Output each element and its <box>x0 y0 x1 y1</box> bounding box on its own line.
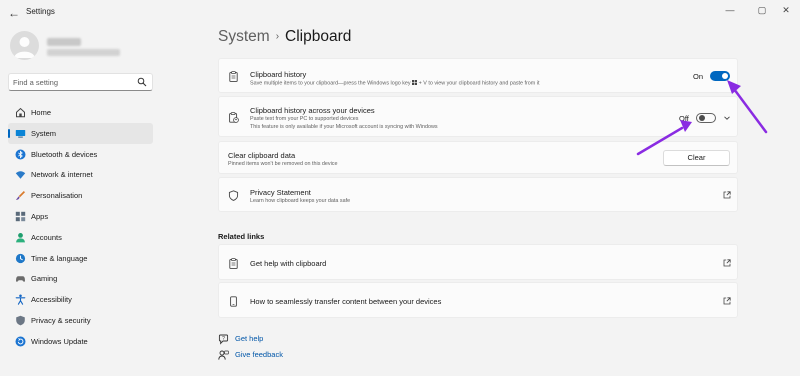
sidebar-item-network[interactable]: Network & internet <box>8 164 153 185</box>
app-title: Settings <box>26 7 55 16</box>
sidebar-item-label: Gaming <box>31 274 58 284</box>
clipboard-history-card: Clipboard history Save multiple items to… <box>218 58 738 93</box>
related-link-card[interactable]: How to seamlessly transfer content betwe… <box>218 282 738 318</box>
sync-devices-card[interactable]: Clipboard history across your devices Pa… <box>218 96 738 137</box>
maximize-button[interactable]: ▢ <box>752 3 772 17</box>
sidebar-item-label: Windows Update <box>31 336 88 346</box>
avatar[interactable] <box>10 31 39 60</box>
bluetooth-icon <box>15 149 26 160</box>
sidebar-item-time-language[interactable]: Time & language <box>8 248 153 269</box>
sidebar-item-accounts[interactable]: Accounts <box>8 227 153 248</box>
feedback-icon <box>218 350 229 360</box>
sidebar-item-personalisation[interactable]: Personalisation <box>8 185 153 206</box>
gamepad-icon <box>16 276 25 283</box>
accounts-icon <box>16 232 25 243</box>
sidebar-item-windows-update[interactable]: Windows Update <box>8 331 153 352</box>
sidebar-item-label: Accessibility <box>31 295 72 305</box>
sidebar-item-label: Bluetooth & devices <box>31 149 98 159</box>
sidebar-item-bluetooth[interactable]: Bluetooth & devices <box>8 144 153 165</box>
give-feedback-label: Give feedback <box>235 350 283 359</box>
sidebar-item-label: Home <box>31 108 52 117</box>
related-link-label: How to seamlessly transfer content betwe… <box>250 297 442 306</box>
chevron-down-icon[interactable] <box>723 114 731 122</box>
privacy-statement-card[interactable]: Privacy Statement Learn how clipboard ke… <box>218 177 738 212</box>
sidebar-item-apps[interactable]: Apps <box>8 206 153 227</box>
search-input[interactable] <box>13 75 133 89</box>
sidebar-item-accessibility[interactable]: Accessibility <box>8 289 153 310</box>
related-link-label: Get help with clipboard <box>250 259 327 268</box>
sync-devices-note: This feature is only available if your M… <box>250 124 438 130</box>
minimize-button[interactable]: — <box>720 3 740 17</box>
external-link-icon[interactable] <box>723 259 731 267</box>
search-box[interactable] <box>8 73 153 91</box>
sidebar-item-label: Apps <box>31 211 49 221</box>
apps-icon <box>15 211 26 222</box>
sidebar-item-label: Privacy & security <box>31 315 91 325</box>
page-title: Clipboard <box>285 28 352 45</box>
help-icon: ? <box>218 334 229 345</box>
svg-text:?: ? <box>222 336 225 342</box>
clipboard-icon <box>229 71 238 82</box>
phone-icon <box>230 296 237 307</box>
clipboard-sync-icon <box>229 112 239 123</box>
clipboard-history-title: Clipboard history <box>250 70 307 79</box>
update-icon <box>15 336 26 347</box>
external-link-icon[interactable] <box>723 297 731 305</box>
privacy-statement-title: Privacy Statement <box>250 188 311 197</box>
desc-text: Save multiple items to your clipboard—pr… <box>250 80 411 87</box>
close-button[interactable]: ✕ <box>776 3 796 17</box>
breadcrumb: System › Clipboard <box>218 28 351 46</box>
brush-icon <box>16 191 25 201</box>
privacy-statement-desc: Learn how clipboard keeps your data safe <box>250 198 351 204</box>
toggle-knob <box>722 73 728 79</box>
windows-logo-icon <box>412 80 418 85</box>
sidebar-item-privacy-security[interactable]: Privacy & security <box>8 310 153 331</box>
system-icon <box>15 129 26 138</box>
shield-icon <box>16 315 25 326</box>
sidebar-item-gaming[interactable]: Gaming <box>8 268 153 289</box>
sidebar-item-system[interactable]: System <box>8 122 153 144</box>
breadcrumb-parent[interactable]: System <box>218 28 270 45</box>
external-link-icon[interactable] <box>723 191 731 199</box>
sidebar-item-home[interactable]: Home <box>8 102 153 123</box>
sidebar-item-label: Time & language <box>31 253 88 263</box>
sidebar-item-label: System <box>31 128 57 138</box>
person-icon <box>14 37 35 58</box>
sidebar-item-label: Network & internet <box>31 170 93 180</box>
clipboard-icon <box>229 258 238 269</box>
clipboard-history-toggle[interactable] <box>710 71 730 81</box>
search-icon[interactable] <box>137 77 147 87</box>
get-help-label: Get help <box>235 334 264 343</box>
sidebar-item-label: Personalisation <box>31 191 83 201</box>
clipboard-history-desc: Save multiple items to your clipboard—pr… <box>250 80 540 87</box>
sidebar-nav: Home System Bluetooth & devices Network … <box>8 102 153 352</box>
wifi-icon <box>15 171 26 180</box>
clear-clipboard-desc: Pinned items won't be removed on this de… <box>228 161 338 167</box>
home-icon <box>16 107 25 118</box>
sidebar-item-label: Accounts <box>31 232 62 242</box>
title-bar: ← Settings — ▢ ✕ <box>0 0 800 26</box>
accessibility-icon <box>15 294 26 305</box>
user-email-redacted <box>47 49 120 56</box>
sync-devices-state: Off <box>679 114 689 123</box>
back-arrow-icon[interactable]: ← <box>6 5 22 21</box>
sync-devices-toggle[interactable] <box>696 113 716 123</box>
toggle-knob <box>699 115 705 121</box>
clear-clipboard-card: Clear clipboard data Pinned items won't … <box>218 141 738 174</box>
globe-clock-icon <box>15 253 26 263</box>
clipboard-history-state: On <box>693 72 704 81</box>
breadcrumb-separator: › <box>275 31 280 42</box>
related-links-heading: Related links <box>218 232 265 241</box>
sync-devices-desc: Paste text from your PC to supported dev… <box>250 116 359 122</box>
clear-clipboard-title: Clear clipboard data <box>228 151 296 160</box>
shield-icon <box>228 190 239 201</box>
desc-text: + V to view your clipboard history and p… <box>418 80 540 87</box>
user-name-redacted <box>47 38 81 46</box>
clear-button[interactable]: Clear <box>663 150 730 166</box>
related-link-card[interactable]: Get help with clipboard <box>218 244 738 280</box>
sync-devices-title: Clipboard history across your devices <box>250 106 375 115</box>
